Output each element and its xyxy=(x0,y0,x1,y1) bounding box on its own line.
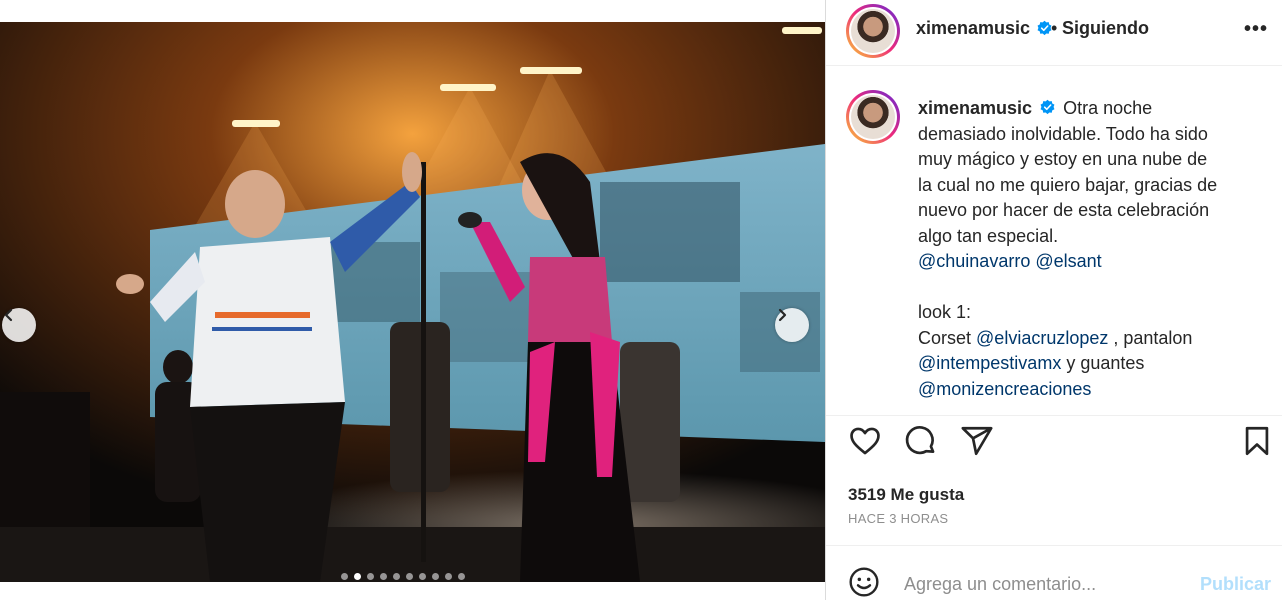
pantalon-label: , pantalon xyxy=(1113,327,1193,348)
look-title: look 1: xyxy=(918,302,972,322)
chevron-left-icon xyxy=(4,308,13,322)
carousel-dot xyxy=(367,573,374,580)
heart-icon[interactable] xyxy=(848,424,882,458)
share-icon[interactable] xyxy=(960,424,994,458)
caption-line: nuevo por hacer de esta celebración xyxy=(918,200,1210,220)
mention-link[interactable]: @elviacruzlopez xyxy=(976,328,1108,348)
following-button[interactable]: Siguiendo xyxy=(1062,18,1149,39)
likes-count[interactable]: 3519 Me gusta xyxy=(848,485,964,505)
username-link[interactable]: ximenamusic xyxy=(916,18,1030,39)
more-options-button[interactable]: ••• xyxy=(1244,18,1268,41)
carousel-dot xyxy=(341,573,348,580)
caption-line: algo tan especial. xyxy=(918,225,1059,246)
emoji-icon[interactable] xyxy=(848,566,880,598)
caption-line: demasiado inolvidable. Todo ha sido xyxy=(918,123,1208,144)
post-header: ximenamusic • Siguiendo ••• xyxy=(826,0,1282,66)
carousel-dot xyxy=(354,573,361,580)
carousel-dot xyxy=(393,573,400,580)
corset-label: Corset xyxy=(918,327,972,348)
carousel-dot xyxy=(380,573,387,580)
avatar[interactable] xyxy=(846,4,900,58)
carousel-indicator xyxy=(341,573,465,580)
publish-button[interactable]: Publicar xyxy=(1200,574,1271,595)
comment-bar: Agrega un comentario... Publicar xyxy=(826,545,1282,600)
carousel-dot xyxy=(432,573,439,580)
caption-line: Otra noche xyxy=(1063,98,1153,118)
caption-line: muy mágico y estoy en una nube de xyxy=(918,149,1208,169)
carousel-dot xyxy=(445,573,452,580)
mention-link[interactable]: @intempestivamx xyxy=(918,353,1061,373)
post-timestamp[interactable]: HACE 3 HORAS xyxy=(848,511,948,526)
post-photo[interactable] xyxy=(0,22,825,582)
caption-username[interactable]: ximenamusic xyxy=(918,98,1032,118)
mention-link[interactable]: @elsant xyxy=(1035,251,1101,271)
next-photo-button[interactable] xyxy=(775,308,809,342)
carousel-dot xyxy=(419,573,426,580)
chevron-right-icon xyxy=(778,308,787,322)
caption-verified-icon xyxy=(1040,99,1055,115)
post-caption: ximenamusic Otra noche demasiado inolvid… xyxy=(918,96,1258,402)
caption-line: la cual no me quiero bajar, gracias de xyxy=(918,174,1218,195)
guantes-label: y guantes xyxy=(1066,353,1145,373)
mention-link[interactable]: @monizencreaciones xyxy=(918,379,1091,399)
bookmark-icon[interactable] xyxy=(1240,424,1274,458)
actions-divider xyxy=(826,415,1282,416)
post-side-panel: ximenamusic • Siguiendo ••• ximenamusic … xyxy=(826,0,1282,600)
mention-link[interactable]: @chuinavarro xyxy=(918,251,1030,271)
comment-icon[interactable] xyxy=(904,424,938,458)
carousel-dot xyxy=(406,573,413,580)
carousel-dot xyxy=(458,573,465,580)
concert-photo-image xyxy=(0,22,825,582)
caption-avatar[interactable] xyxy=(846,90,900,144)
separator-dot: • xyxy=(1051,18,1058,38)
previous-photo-button[interactable] xyxy=(2,308,36,342)
instagram-post-view: ximenamusic • Siguiendo ••• ximenamusic … xyxy=(0,0,1282,600)
comment-input[interactable]: Agrega un comentario... xyxy=(904,574,1096,595)
